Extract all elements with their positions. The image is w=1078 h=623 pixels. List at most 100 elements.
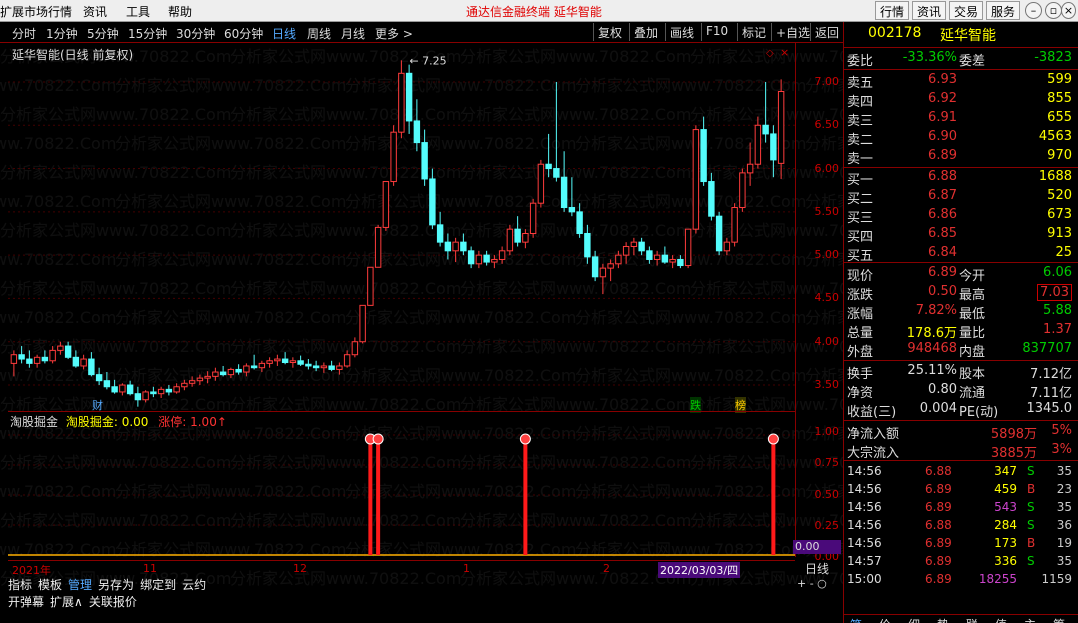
- candle[interactable]: [390, 125, 397, 186]
- candle[interactable]: [739, 168, 746, 212]
- period-5min[interactable]: 5分钟: [87, 25, 119, 42]
- candle[interactable]: [638, 237, 645, 256]
- candle[interactable]: [41, 350, 49, 364]
- candle[interactable]: [297, 355, 304, 366]
- candle[interactable]: [723, 237, 731, 256]
- period-indicator[interactable]: 日线: [805, 560, 829, 577]
- info-button[interactable]: 资讯: [912, 1, 947, 20]
- candle[interactable]: [219, 365, 227, 377]
- candle[interactable]: [343, 350, 351, 368]
- menu-item-help[interactable]: 帮助: [168, 3, 192, 20]
- ask-row[interactable]: 卖四 6.92 855: [847, 91, 1072, 110]
- period-more[interactable]: 更多 >: [375, 25, 413, 42]
- panel-tab[interactable]: 势: [937, 616, 949, 623]
- f10-button[interactable]: F10: [701, 23, 732, 41]
- candle[interactable]: [413, 99, 421, 152]
- mark-button[interactable]: 标记: [737, 23, 770, 41]
- bid-row[interactable]: 买五 6.84 25: [847, 245, 1072, 264]
- candle[interactable]: [72, 350, 80, 368]
- candle[interactable]: [677, 255, 684, 269]
- candle[interactable]: [111, 379, 118, 394]
- panel-tab[interactable]: 主: [1024, 616, 1036, 623]
- candle[interactable]: [382, 181, 390, 231]
- close-chart-icon[interactable]: ×: [780, 46, 789, 59]
- bid-row[interactable]: 买二 6.87 520: [847, 188, 1072, 207]
- candle[interactable]: [498, 246, 506, 264]
- tab-template[interactable]: 模板: [38, 578, 62, 592]
- candle[interactable]: [374, 224, 382, 268]
- candle[interactable]: [266, 357, 273, 368]
- ask-row[interactable]: 卖一 6.89 970: [847, 148, 1072, 167]
- overlay-button[interactable]: 叠加: [629, 23, 662, 41]
- candle[interactable]: [529, 198, 537, 238]
- panel-tab[interactable]: 值: [995, 616, 1007, 623]
- candle[interactable]: [49, 346, 56, 364]
- candle[interactable]: [328, 360, 335, 372]
- candle[interactable]: [367, 266, 374, 306]
- candle[interactable]: [630, 237, 638, 256]
- candle[interactable]: [607, 259, 614, 282]
- panel-tab[interactable]: 笔: [850, 616, 862, 623]
- service-button[interactable]: 服务: [986, 1, 1021, 20]
- candle[interactable]: [165, 385, 173, 396]
- candle[interactable]: [560, 151, 568, 212]
- candle[interactable]: [684, 228, 692, 269]
- candle[interactable]: [599, 263, 607, 295]
- panel-tab[interactable]: 细: [908, 616, 920, 623]
- bid-row[interactable]: 买三 6.86 673: [847, 207, 1072, 226]
- candle[interactable]: [10, 350, 18, 377]
- candle[interactable]: [762, 81, 769, 143]
- candle[interactable]: [661, 246, 669, 264]
- candle[interactable]: [305, 359, 312, 370]
- restore-icon[interactable]: ▫: [1045, 2, 1062, 19]
- candle[interactable]: [250, 354, 258, 370]
- period-weekly[interactable]: 周线: [307, 25, 331, 42]
- menu-item-tools[interactable]: 工具: [126, 3, 150, 20]
- quote-button[interactable]: 行情: [875, 1, 910, 20]
- adjust-button[interactable]: 复权: [593, 23, 626, 41]
- candle[interactable]: [475, 250, 483, 269]
- candle[interactable]: [708, 172, 715, 221]
- period-intraday[interactable]: 分时: [12, 25, 36, 42]
- candle[interactable]: [243, 363, 250, 377]
- tab-cloud[interactable]: 云约: [182, 578, 206, 592]
- candle[interactable]: [258, 360, 266, 373]
- ask-row[interactable]: 卖二 6.90 4563: [847, 129, 1072, 148]
- candle[interactable]: [653, 250, 661, 266]
- candle[interactable]: [754, 116, 762, 169]
- panel-tab[interactable]: 价: [879, 616, 891, 623]
- candle[interactable]: [80, 354, 87, 370]
- candle[interactable]: [568, 177, 576, 217]
- candle[interactable]: [522, 229, 529, 249]
- candle[interactable]: [576, 203, 583, 238]
- candle[interactable]: [227, 367, 235, 379]
- trade-button[interactable]: 交易: [949, 1, 984, 20]
- candle[interactable]: [281, 352, 289, 365]
- candle[interactable]: [157, 386, 165, 399]
- candle[interactable]: [274, 354, 281, 366]
- candle[interactable]: [33, 354, 41, 368]
- candle[interactable]: [119, 383, 126, 396]
- panel-tab[interactable]: 筹: [1053, 616, 1065, 623]
- period-daily[interactable]: 日线: [272, 25, 296, 42]
- candle[interactable]: [351, 337, 359, 358]
- candle[interactable]: [700, 116, 707, 186]
- zoom-controls[interactable]: + - ○: [797, 577, 827, 590]
- candle[interactable]: [537, 159, 545, 208]
- candle[interactable]: [777, 79, 785, 179]
- candle[interactable]: [212, 367, 219, 381]
- candle[interactable]: [150, 386, 157, 398]
- tab-saveas[interactable]: 另存为: [98, 578, 134, 592]
- ask-row[interactable]: 卖五 6.93 599: [847, 72, 1072, 91]
- candle[interactable]: [196, 374, 204, 386]
- period-1min[interactable]: 1分钟: [46, 25, 78, 42]
- draw-button[interactable]: 画线: [665, 23, 698, 41]
- period-60min[interactable]: 60分钟: [224, 25, 263, 42]
- candle[interactable]: [235, 364, 242, 375]
- tab-indicator[interactable]: 指标: [8, 578, 32, 592]
- candle[interactable]: [289, 357, 297, 368]
- add-watchlist-button[interactable]: +自选: [771, 23, 814, 41]
- candle[interactable]: [181, 379, 188, 391]
- candle[interactable]: [646, 246, 653, 264]
- period-30min[interactable]: 30分钟: [176, 25, 215, 42]
